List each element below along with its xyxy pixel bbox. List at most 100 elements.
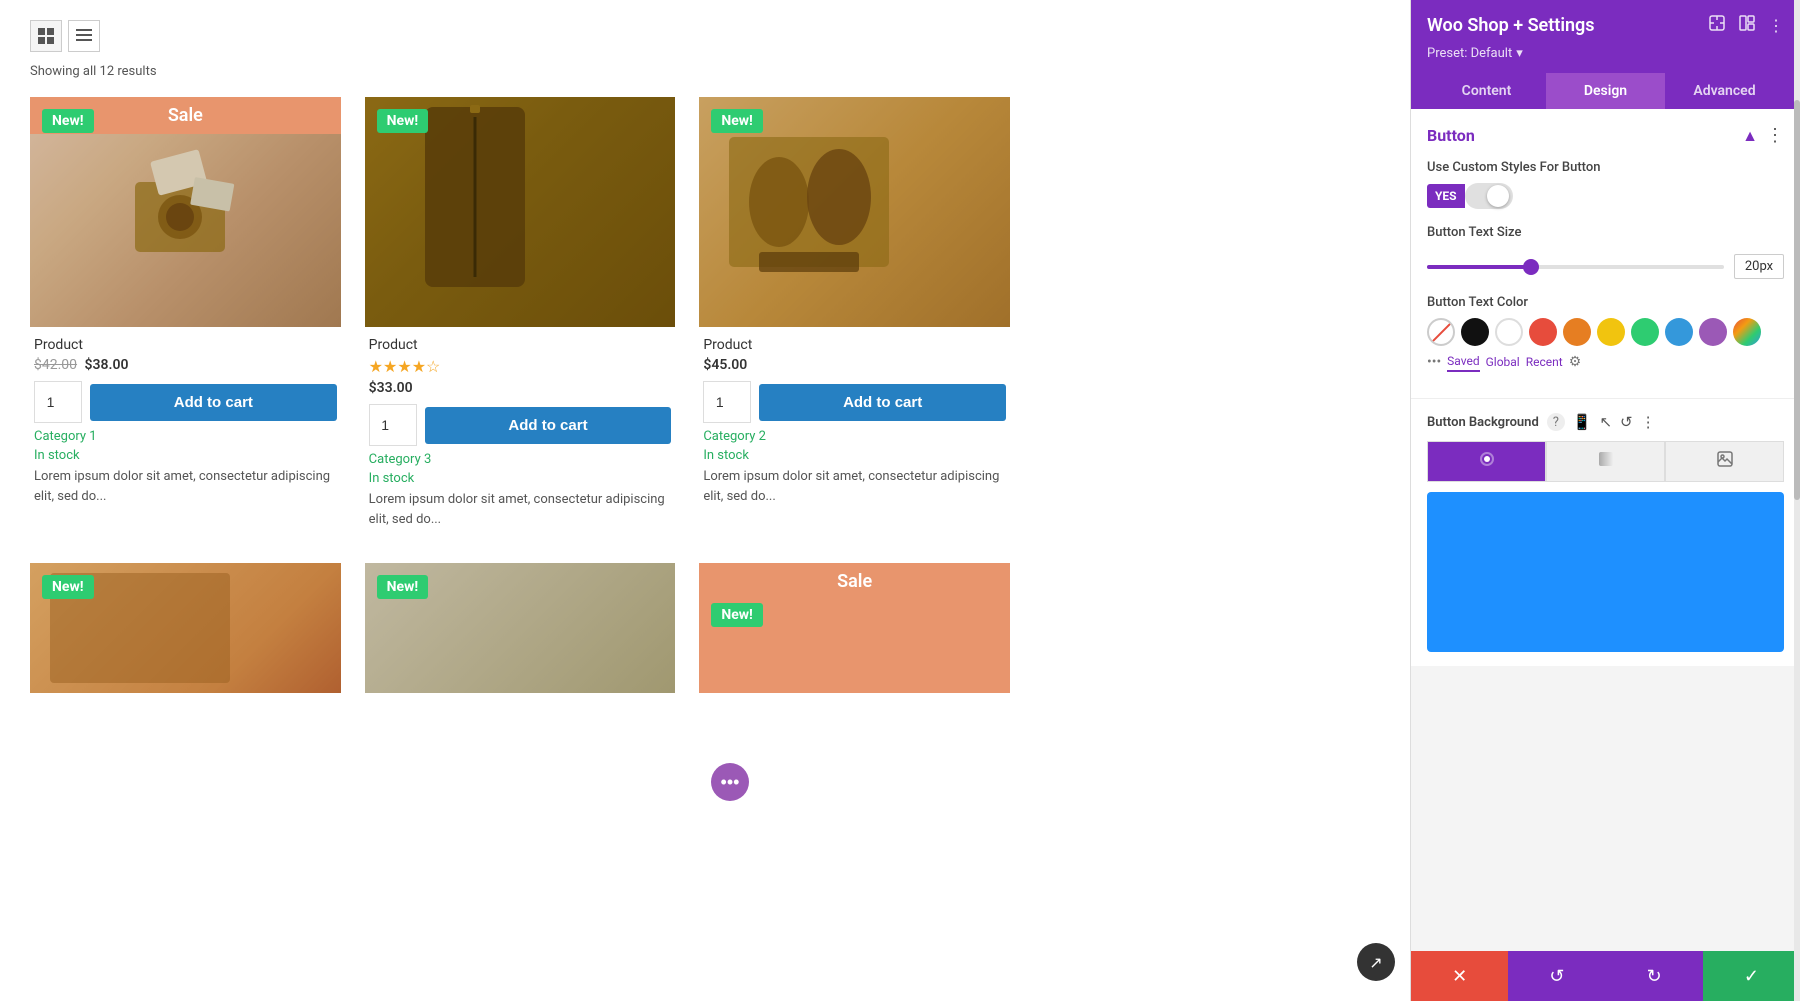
panel-preset: Preset: Default ▾ — [1427, 46, 1784, 61]
product-card: New! — [30, 563, 341, 693]
panel-title: Woo Shop + Settings — [1427, 15, 1595, 36]
product-card: New! Product ★★★★☆ $33.00 Add to cart Ca… — [365, 97, 676, 539]
product-description: Lorem ipsum dolor sit amet, consectetur … — [703, 467, 1006, 506]
tab-advanced[interactable]: Advanced — [1665, 73, 1784, 109]
color-swatch-transparent[interactable] — [1427, 318, 1455, 346]
save-button[interactable]: ✓ — [1703, 951, 1800, 1001]
cancel-button[interactable]: ✕ — [1411, 951, 1508, 1001]
product-card: New! — [365, 563, 676, 693]
product-price: $33.00 — [369, 380, 672, 396]
color-settings-icon[interactable]: ⚙ — [1569, 354, 1582, 370]
showing-results-text: Showing all 12 results — [30, 64, 1380, 79]
quantity-input[interactable] — [369, 404, 417, 446]
price-new: $33.00 — [369, 380, 413, 396]
color-tabs-row: ••• Saved Global Recent ⚙ — [1427, 352, 1784, 372]
target-icon[interactable] — [1708, 14, 1726, 36]
section-more-button[interactable]: ⋮ — [1766, 125, 1784, 146]
bottom-action-bar: ✕ ↺ ↻ ✓ — [1411, 951, 1800, 1001]
grid-view-button[interactable] — [30, 20, 62, 52]
bg-mobile-icon[interactable]: 📱 — [1573, 413, 1592, 431]
add-to-cart-button[interactable]: Add to cart — [90, 384, 337, 421]
product-card: New! Product $45.00 Add to cart Category… — [699, 97, 1010, 539]
bg-more-icon[interactable]: ⋮ — [1641, 413, 1656, 431]
add-to-cart-button[interactable]: Add to cart — [425, 407, 672, 444]
redo-button[interactable]: ↻ — [1606, 951, 1703, 1001]
in-stock-label: In stock — [703, 448, 1006, 463]
section-header: Button ▲ ⋮ — [1427, 125, 1784, 146]
new-badge: New! — [42, 575, 94, 599]
bg-type-color[interactable] — [1427, 441, 1546, 482]
custom-styles-label: Use Custom Styles For Button — [1427, 160, 1784, 175]
range-fill — [1427, 265, 1531, 269]
category-link[interactable]: Category 2 — [703, 429, 1006, 444]
in-stock-label: In stock — [369, 471, 672, 486]
product-price: $42.00 $38.00 — [34, 357, 337, 373]
bg-type-gradient[interactable] — [1546, 441, 1665, 482]
color-swatch-purple[interactable] — [1699, 318, 1727, 346]
text-color-label: Button Text Color — [1427, 295, 1784, 310]
toggle-yes-label: YES — [1427, 184, 1465, 208]
more-vertical-icon[interactable]: ⋮ — [1768, 16, 1784, 35]
color-swatch-pen[interactable] — [1733, 318, 1761, 346]
product-info: Product $45.00 Add to cart Category 2 In… — [699, 327, 1010, 516]
color-palette-row — [1427, 318, 1784, 346]
color-swatch-green[interactable] — [1631, 318, 1659, 346]
product-name: Product — [703, 337, 1006, 353]
custom-styles-toggle-row: YES — [1427, 183, 1784, 209]
color-swatch-red[interactable] — [1529, 318, 1557, 346]
new-badge: New! — [377, 109, 429, 133]
scrollbar-track[interactable] — [1794, 0, 1800, 1001]
slider-value[interactable]: 20px — [1734, 254, 1784, 279]
color-swatch-white[interactable] — [1495, 318, 1523, 346]
color-tab-saved[interactable]: Saved — [1447, 352, 1479, 372]
bg-cursor-icon[interactable]: ↖ — [1599, 413, 1612, 431]
color-swatch-yellow[interactable] — [1597, 318, 1625, 346]
undo-button[interactable]: ↺ — [1508, 951, 1605, 1001]
bg-color-preview[interactable] — [1427, 492, 1784, 652]
color-tab-global[interactable]: Global — [1486, 353, 1520, 371]
text-color-section: Button Text Color ••• Saved Globa — [1427, 295, 1784, 372]
custom-styles-toggle[interactable] — [1465, 183, 1513, 209]
range-thumb[interactable] — [1523, 259, 1539, 275]
bg-type-tabs — [1427, 441, 1784, 482]
edit-arrow-icon: ↗ — [1369, 953, 1382, 972]
button-section: Button ▲ ⋮ Use Custom Styles For Button … — [1411, 109, 1800, 398]
collapse-button[interactable]: ▲ — [1742, 126, 1758, 146]
color-swatch-blue[interactable] — [1665, 318, 1693, 346]
bg-undo-icon[interactable]: ↺ — [1620, 413, 1633, 431]
product-grid: Sale New! Product $42.00 $38.00 Add to c… — [30, 97, 1010, 693]
layout-icon[interactable] — [1738, 14, 1756, 36]
panel-body: Button ▲ ⋮ Use Custom Styles For Button … — [1411, 109, 1800, 951]
text-size-slider-row: Button Text Size 20px — [1427, 225, 1784, 279]
tab-content[interactable]: Content — [1427, 73, 1546, 109]
category-link[interactable]: Category 3 — [369, 452, 672, 467]
list-view-button[interactable] — [68, 20, 100, 52]
product-image: Sale New! — [699, 563, 1010, 693]
bg-help-icon[interactable]: ? — [1547, 413, 1565, 431]
quantity-input[interactable] — [703, 381, 751, 423]
add-to-cart-button[interactable]: Add to cart — [759, 384, 1006, 421]
product-image: Sale New! — [30, 97, 341, 327]
new-badge: New! — [711, 109, 763, 133]
color-swatch-orange[interactable] — [1563, 318, 1591, 346]
bg-type-image[interactable] — [1665, 441, 1784, 482]
text-size-label: Button Text Size — [1427, 225, 1521, 240]
product-info: Product $42.00 $38.00 Add to cart Catego… — [30, 327, 341, 516]
tab-design[interactable]: Design — [1546, 73, 1665, 109]
quantity-input[interactable] — [34, 381, 82, 423]
bg-label-row: Button Background ? 📱 ↖ ↺ ⋮ — [1427, 413, 1784, 431]
scrollbar-thumb[interactable] — [1794, 100, 1800, 500]
color-tab-recent[interactable]: Recent — [1526, 353, 1563, 371]
product-image: New! — [699, 97, 1010, 327]
more-options-button[interactable]: ••• — [711, 763, 749, 801]
range-track[interactable] — [1427, 265, 1724, 269]
color-dots-button[interactable]: ••• — [1427, 354, 1441, 370]
product-image: New! — [30, 563, 341, 693]
product-name: Product — [34, 337, 337, 353]
in-stock-label: In stock — [34, 448, 337, 463]
preset-chevron-icon[interactable]: ▾ — [1516, 46, 1523, 61]
color-swatch-black[interactable] — [1461, 318, 1489, 346]
floating-edit-button[interactable]: ↗ — [1357, 943, 1395, 981]
category-link[interactable]: Category 1 — [34, 429, 337, 444]
slider-container: 20px — [1427, 254, 1784, 279]
